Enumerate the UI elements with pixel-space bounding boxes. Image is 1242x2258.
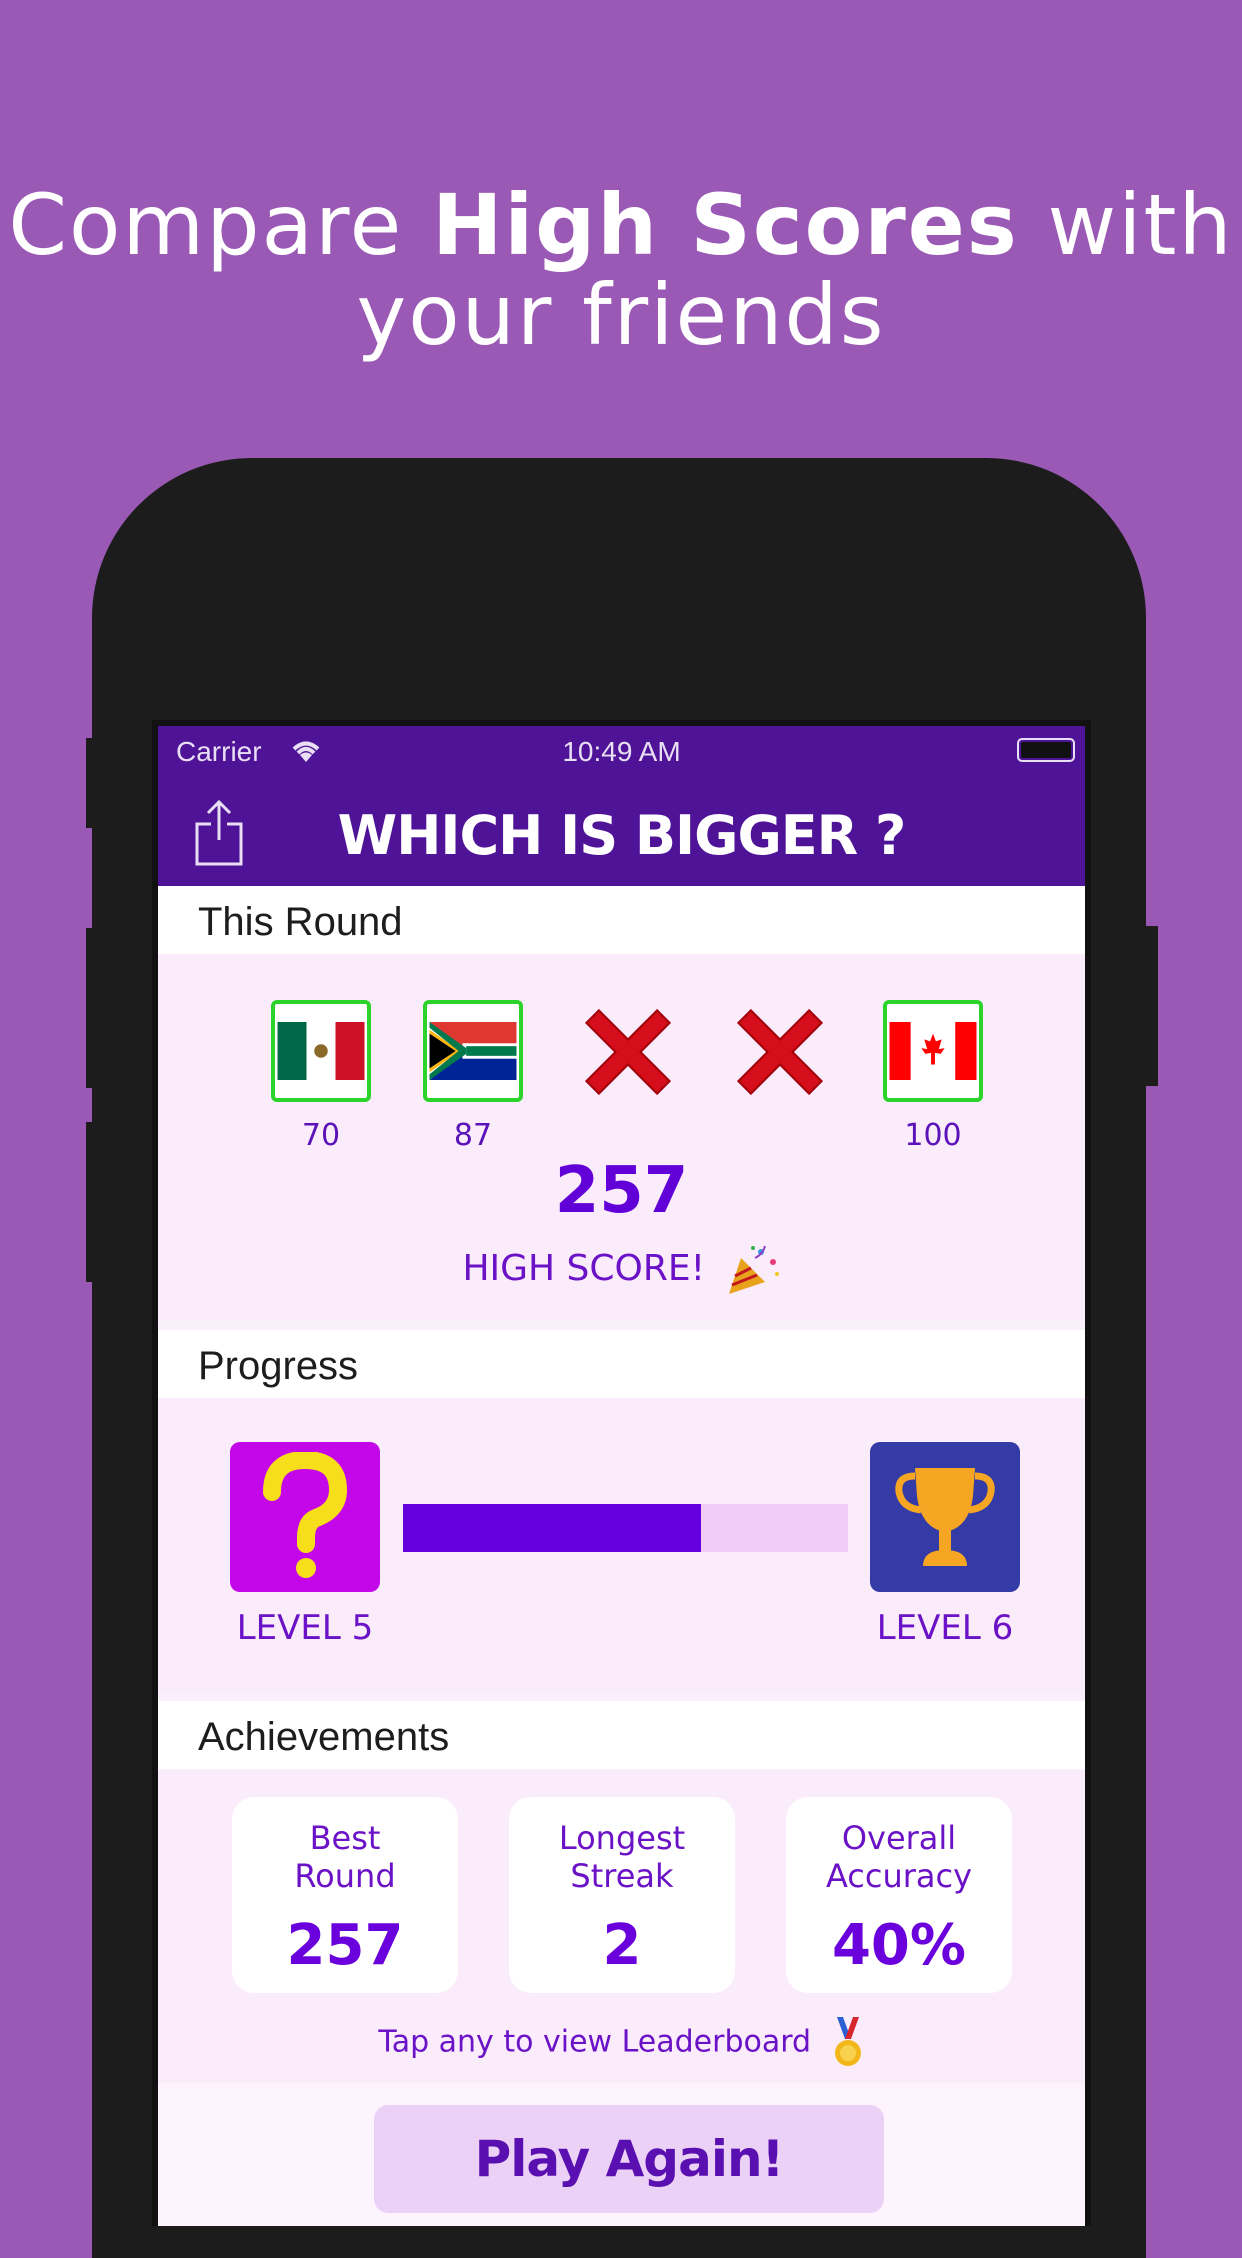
high-score-text: HIGH SCORE! [462,1248,706,1289]
section-header-achievements: Achievements [158,1701,1085,1769]
trophy-icon [895,1468,995,1566]
level-5-tile [230,1442,380,1592]
medal-icon [834,2017,861,2066]
progress-panel: LEVEL 5 LEVEL 6 [158,1398,1085,1694]
high-score-label: HIGH SCORE! [158,1244,1085,1296]
level-6-tile [870,1442,1020,1592]
status-bar: Carrier 10:49 AM [158,726,1085,776]
headline-pre: Compare [8,176,433,274]
status-time: 10:49 AM [562,736,681,767]
round-score: 257 [554,1154,689,1228]
question-mark-icon [263,1452,348,1578]
app-title: WHICH IS BIGGER ? [337,804,907,867]
canada-flag-icon [883,1000,983,1102]
mexico-flag-icon [271,1000,371,1102]
card-value: 257 [286,1913,404,1978]
play-again-area: Play Again! [158,2083,1085,2226]
side-button-mute [86,738,98,828]
round-slot-2: 87 [423,1000,523,1153]
red-x-icon [736,1008,824,1096]
level-progress-bar [403,1504,848,1552]
section-header-this-round: This Round [158,886,1085,954]
card-label: Longest Streak [558,1819,686,1895]
progress-title: Progress [198,1344,359,1388]
current-level-label: LEVEL 5 [236,1608,374,1648]
round-slot-3 [576,1000,676,1124]
headline: Compare High Scores with your friends [0,180,1242,360]
card-label: Overall Accuracy [825,1819,973,1895]
side-button-volume-down [86,1122,98,1282]
best-round-card[interactable]: Best Round 257 [232,1797,458,1993]
red-x-icon [584,1008,672,1096]
leaderboard-hint: Tap any to view Leaderboard [158,2017,1085,2069]
south-africa-flag-icon [423,1000,523,1102]
battery-icon [1017,738,1075,762]
card-value: 40% [831,1913,967,1978]
achievements-title: Achievements [198,1715,450,1759]
achievements-panel: Best Round 257 Longest Streak 2 Overall Acc… [158,1771,1085,2083]
side-button-power [1146,926,1158,1086]
section-header-progress: Progress [158,1330,1085,1398]
round-slot-1: 70 [271,1000,371,1153]
slot-value: 87 [453,1118,493,1153]
leaderboard-hint-text: Tap any to view Leaderboard [378,2024,812,2060]
headline-post: with [1018,176,1234,274]
headline-line2: your friends [356,266,886,364]
nav-bar: WHICH IS BIGGER ? [158,776,1085,886]
round-slot-5: 100 [883,1000,983,1153]
headline-bold: High Scores [432,176,1019,274]
level-progress-fill [403,1504,702,1552]
next-level-label: LEVEL 6 [876,1608,1014,1648]
party-popper-icon [728,1245,779,1294]
play-again-button[interactable]: Play Again! [374,2105,884,2213]
round-slot-4 [728,1000,828,1124]
longest-streak-card[interactable]: Longest Streak 2 [509,1797,735,1993]
side-button-volume-up [86,928,98,1088]
card-label: Best Round [294,1819,396,1895]
this-round-title: This Round [198,900,403,944]
overall-accuracy-card[interactable]: Overall Accuracy 40% [786,1797,1012,1993]
this-round-panel: 70 87 100 257 HIGH SCORE! [158,954,1085,1320]
app-screen: Carrier 10:49 AM WHICH IS BIGGER ? This … [152,720,1091,2226]
slot-value: 70 [301,1118,341,1153]
card-value: 2 [602,1913,642,1978]
slot-value: 100 [904,1118,962,1153]
